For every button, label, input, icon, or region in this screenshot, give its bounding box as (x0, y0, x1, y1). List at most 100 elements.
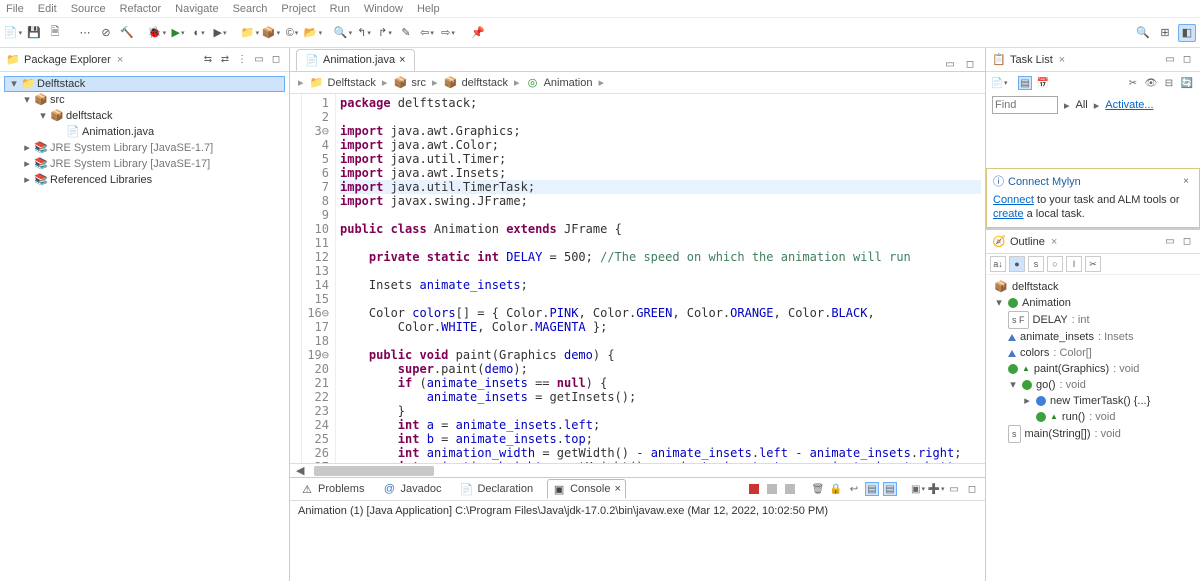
close-tasklist-icon[interactable]: × (1059, 54, 1065, 66)
quick-access-icon[interactable]: 🔍 (1134, 24, 1152, 42)
back-button[interactable]: ⇦ (418, 24, 436, 42)
hide-nonpublic-icon[interactable]: ○ (1047, 256, 1063, 272)
hide-icon[interactable]: 👁 (1144, 76, 1158, 90)
menu-project[interactable]: Project (281, 3, 315, 15)
menu-file[interactable]: File (6, 3, 24, 15)
open-perspective-button[interactable]: ⊞ (1156, 24, 1174, 42)
focus-icon[interactable]: ✂ (1126, 76, 1140, 90)
tree-jre2[interactable]: ▸📚JRE System Library [JavaSE-17] (4, 156, 285, 172)
open-console-icon[interactable]: ➕ (929, 482, 943, 496)
remove-all-icon[interactable] (783, 482, 797, 496)
close-outline-icon[interactable]: × (1051, 236, 1057, 248)
maximize-icon[interactable]: ◻ (269, 53, 283, 67)
hide-fields-icon[interactable]: ● (1009, 256, 1025, 272)
tasklist-maximize-icon[interactable]: ◻ (1180, 53, 1194, 67)
coverage-button[interactable]: ◐ (190, 24, 208, 42)
menu-run[interactable]: Run (330, 3, 350, 15)
search-button[interactable]: 🔍 (334, 24, 352, 42)
save-button[interactable]: 💾 (25, 24, 43, 42)
menu-source[interactable]: Source (71, 3, 106, 15)
close-console-icon[interactable]: × (614, 483, 620, 495)
last-edit-button[interactable]: ✎ (397, 24, 415, 42)
link-editor-icon[interactable]: ⇄ (218, 53, 232, 67)
console-maximize-icon[interactable]: ◻ (965, 482, 979, 496)
java-perspective-button[interactable]: ◧ (1178, 24, 1196, 42)
show-on-stdout-icon[interactable]: ▤ (865, 482, 879, 496)
outline-delay[interactable]: s FDELAY : int (992, 311, 1194, 329)
tree-package[interactable]: ▾📦delftstack (4, 108, 285, 124)
run-button[interactable]: ▶ (169, 24, 187, 42)
tasklist-minimize-icon[interactable]: ▭ (1163, 53, 1177, 67)
sort-icon[interactable]: a↓ (990, 256, 1006, 272)
outline-colors[interactable]: colors : Color[] (992, 345, 1194, 361)
show-on-stderr-icon[interactable]: ▤ (883, 482, 897, 496)
console-output[interactable]: Animation (1) [Java Application] C:\Prog… (290, 501, 985, 581)
close-tab-icon[interactable]: × (399, 54, 405, 66)
new-java-project-button[interactable]: 📁 (241, 24, 259, 42)
outline-run[interactable]: ▲run() : void (992, 409, 1194, 425)
skip-breakpoints-button[interactable]: ⊘ (97, 24, 115, 42)
console-minimize-icon[interactable]: ▭ (947, 482, 961, 496)
outline-paint[interactable]: ▲paint(Graphics) : void (992, 361, 1194, 377)
all-link[interactable]: All (1076, 99, 1088, 111)
build-button[interactable]: 🔨 (118, 24, 136, 42)
annotation-prev-button[interactable]: ↰ (355, 24, 373, 42)
hide-local-icon[interactable]: l (1066, 256, 1082, 272)
editor-minimize-icon[interactable]: ▭ (943, 57, 957, 71)
outline-go[interactable]: ▾go() : void (992, 377, 1194, 393)
code-editor[interactable]: 123⊖45678910111213141516⊖171819⊖20212223… (290, 94, 985, 463)
debug-button[interactable]: 🐞 (148, 24, 166, 42)
find-input[interactable] (992, 96, 1058, 114)
outline-tree[interactable]: 📦delftstack ▾Animation s FDELAY : int an… (986, 275, 1200, 447)
tab-declaration[interactable]: 📄Declaration (455, 480, 537, 498)
sync-icon[interactable]: 🔄 (1180, 76, 1194, 90)
tab-console[interactable]: ▣Console× (547, 479, 626, 499)
tree-src[interactable]: ▾📦src (4, 92, 285, 108)
outline-insets[interactable]: animate_insets : Insets (992, 329, 1194, 345)
toggle-breadcrumb-button[interactable]: ⋯ (76, 24, 94, 42)
menu-window[interactable]: Window (364, 3, 403, 15)
open-type-button[interactable]: 📂 (304, 24, 322, 42)
menu-refactor[interactable]: Refactor (120, 3, 162, 15)
menu-search[interactable]: Search (233, 3, 268, 15)
tree-project[interactable]: ▾📁Delftstack (4, 76, 285, 92)
tab-javadoc[interactable]: @Javadoc (378, 480, 445, 498)
display-console-icon[interactable]: ▣ (911, 482, 925, 496)
hide-static-icon[interactable]: s (1028, 256, 1044, 272)
close-icon[interactable]: × (117, 54, 123, 66)
outline-class[interactable]: ▾Animation (992, 295, 1194, 311)
close-mylyn-icon[interactable]: × (1179, 175, 1193, 189)
tree-jre1[interactable]: ▸📚JRE System Library [JavaSE-1.7] (4, 140, 285, 156)
categorized-icon[interactable]: ▤ (1018, 76, 1032, 90)
tab-problems[interactable]: ⚠Problems (296, 480, 368, 498)
annotation-next-button[interactable]: ↱ (376, 24, 394, 42)
editor-hscrollbar[interactable]: ◀ (290, 463, 985, 477)
bc-class[interactable]: ◎Animation (526, 76, 593, 90)
bc-project[interactable]: 📁Delftstack (310, 76, 376, 90)
menu-navigate[interactable]: Navigate (175, 3, 218, 15)
forward-button[interactable]: ⇨ (439, 24, 457, 42)
new-button[interactable]: 📄 (4, 24, 22, 42)
bc-package[interactable]: 📦delftstack (444, 76, 508, 90)
outline-main[interactable]: smain(String[]) : void (992, 425, 1194, 443)
new-task-icon[interactable]: 📄 (992, 76, 1006, 90)
create-link[interactable]: create (993, 208, 1024, 220)
view-menu-icon[interactable]: ⋮ (235, 53, 249, 67)
word-wrap-icon[interactable]: ↩ (847, 482, 861, 496)
breadcrumb[interactable]: ▸ 📁Delftstack ▸ 📦src ▸ 📦delftstack ▸ ◎An… (290, 72, 985, 94)
activate-link[interactable]: Activate... (1105, 99, 1153, 111)
menu-edit[interactable]: Edit (38, 3, 57, 15)
collapse-icon[interactable]: ⊟ (1162, 76, 1176, 90)
remove-launch-icon[interactable] (765, 482, 779, 496)
menu-help[interactable]: Help (417, 3, 440, 15)
pin-editor-button[interactable]: 📌 (469, 24, 487, 42)
terminate-icon[interactable] (747, 482, 761, 496)
save-all-button[interactable]: 🗎 (46, 24, 64, 42)
clear-console-icon[interactable]: 🗑 (811, 482, 825, 496)
new-package-button[interactable]: 📦 (262, 24, 280, 42)
editor-maximize-icon[interactable]: ◻ (963, 57, 977, 71)
project-tree[interactable]: ▾📁Delftstack ▾📦src ▾📦delftstack 📄Animati… (0, 72, 289, 581)
connect-link[interactable]: Connect (993, 194, 1034, 206)
collapse-all-icon[interactable]: ⇆ (201, 53, 215, 67)
scheduled-icon[interactable]: 📅 (1036, 76, 1050, 90)
